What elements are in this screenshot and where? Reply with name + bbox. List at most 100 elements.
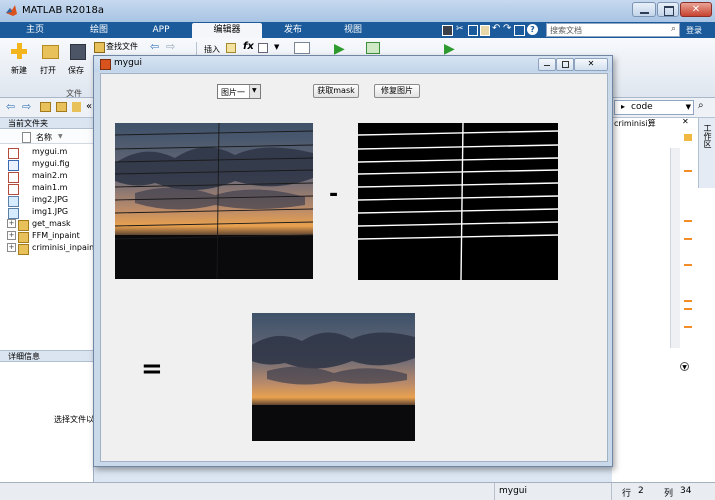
up-folder-icon[interactable] (40, 102, 51, 112)
cut-icon[interactable]: ✂ (456, 24, 464, 34)
back-arrow-icon[interactable]: ⇦ (6, 100, 15, 113)
layout-icon[interactable] (514, 25, 525, 36)
save-label: 保存 (68, 66, 84, 75)
path-overflow[interactable]: « (86, 101, 92, 112)
find-files-icon (94, 42, 105, 53)
insert-icon[interactable] (226, 43, 236, 53)
path-input[interactable]: ▸ code ▼ (614, 100, 694, 115)
expand-icon[interactable]: + (7, 219, 16, 228)
status-bar: mygui 行 2 列 34 (0, 482, 715, 500)
title-bar: MATLAB R2018a ✕ (0, 0, 715, 22)
status-script-field: mygui (494, 483, 612, 500)
save-icon[interactable] (442, 25, 453, 36)
folder-icon (18, 232, 29, 243)
path-separator-icon: ▸ (621, 102, 626, 111)
damaged-image (115, 123, 313, 279)
browse-folder-icon[interactable] (56, 102, 67, 112)
panel-options-icon[interactable]: ▼ (680, 362, 689, 371)
list-item[interactable]: main2.m (8, 171, 67, 183)
image-select-popup[interactable]: 图片一 ▼ (217, 84, 261, 99)
copy-icon[interactable] (468, 25, 478, 36)
minus-operator: - (329, 182, 339, 207)
editor-tab-label[interactable]: criminisi算 (614, 118, 680, 129)
format-icon[interactable] (258, 43, 268, 53)
tab-editor[interactable]: 编辑器 (192, 23, 262, 38)
forward-arrow-icon[interactable]: ⇨ (22, 100, 31, 113)
details-header: 详细信息 (0, 350, 93, 362)
list-item[interactable]: img1.JPG (8, 207, 68, 219)
open-button[interactable]: 打开 (36, 41, 62, 81)
run-section-icon[interactable] (366, 42, 380, 54)
path-search-icon[interactable]: ⌕ (698, 100, 704, 111)
list-item[interactable]: + criminisi_inpaint (7, 243, 97, 255)
list-item[interactable]: + FFM_inpaint (7, 231, 80, 243)
breakpoint-icon[interactable] (294, 42, 310, 54)
list-item[interactable]: mygui.fig (8, 159, 70, 171)
list-item[interactable]: mygui.m (8, 147, 67, 159)
editor-scrollbar[interactable] (670, 148, 680, 348)
list-item[interactable]: img2.JPG (8, 195, 68, 207)
minimize-button[interactable] (632, 2, 656, 17)
folder-icon (18, 244, 29, 255)
folder-icon (18, 220, 29, 231)
current-folder-title: 当前文件夹 (8, 119, 48, 128)
open-label: 打开 (40, 66, 56, 75)
row-label: 行 (622, 489, 632, 499)
tab-view[interactable]: 视图 (324, 23, 382, 38)
app-title: MATLAB R2018a (22, 5, 105, 16)
insert-label[interactable]: 插入 (204, 44, 220, 55)
undo-icon[interactable]: ↶ (492, 23, 500, 34)
paste-icon[interactable] (480, 25, 490, 36)
login-link[interactable]: 登录 (686, 25, 702, 36)
search-placeholder: 搜索文档 (550, 26, 582, 35)
list-item[interactable]: + get_mask (7, 219, 71, 231)
search-input[interactable]: 搜索文档 ⌕ (546, 23, 680, 37)
nav-forward-icon[interactable]: ⇨ (166, 40, 175, 53)
gui-maximize-button[interactable] (556, 58, 574, 71)
fx-button[interactable]: fx (243, 41, 254, 52)
path-dropdown-icon[interactable]: ▼ (686, 103, 691, 111)
maximize-button[interactable] (657, 2, 679, 17)
gui-close-button[interactable]: ✕ (574, 58, 608, 71)
list-item[interactable]: main1.m (8, 183, 67, 195)
help-icon[interactable]: ? (527, 24, 538, 35)
close-tab-icon[interactable]: ✕ (682, 117, 689, 126)
path-code: code (631, 102, 653, 112)
current-folder-panel: 当前文件夹 名称 ▼ mygui.m mygui.fig main2.m mai… (0, 118, 97, 482)
redo-icon[interactable]: ↷ (503, 23, 511, 34)
repair-image-button[interactable]: 修复图片 (374, 84, 420, 98)
row-value: 2 (638, 486, 644, 496)
tab-publish[interactable]: 发布 (264, 23, 322, 38)
workspace-side-tab[interactable]: 工作区 (698, 118, 715, 188)
m-file-icon (8, 172, 19, 183)
col-label: 列 (664, 489, 674, 499)
tab-plots[interactable]: 绘图 (68, 23, 130, 38)
name-column-header[interactable]: 名称 ▼ (0, 130, 93, 144)
gui-minimize-button[interactable] (538, 58, 556, 71)
m-file-icon (8, 184, 19, 195)
image-file-icon (8, 208, 19, 219)
find-files-button[interactable]: 查找文件 (94, 41, 140, 53)
tab-apps[interactable]: APP (132, 23, 190, 38)
mygui-title: mygui (114, 58, 143, 68)
floppy-icon (70, 44, 86, 60)
save-button[interactable]: 保存 (64, 41, 90, 81)
matlab-logo-icon (5, 4, 18, 17)
tab-home[interactable]: 主页 (4, 23, 66, 38)
quick-access-toolbar: ✂ ↶ ↷ ? (392, 23, 540, 36)
mask-image (358, 123, 558, 280)
gui-close-icon: ✕ (587, 59, 595, 68)
expand-icon[interactable]: + (7, 231, 16, 240)
folder-icon (72, 102, 81, 112)
nav-back-icon[interactable]: ⇦ (150, 40, 159, 53)
expand-icon[interactable]: + (7, 243, 16, 252)
close-button[interactable]: ✕ (680, 2, 712, 17)
chevron-down-icon[interactable]: ▼ (274, 43, 279, 51)
get-mask-button[interactable]: 获取mask (313, 84, 359, 98)
new-button[interactable]: 新建 (6, 41, 32, 81)
image-select-value: 图片一 (221, 88, 245, 97)
mygui-title-bar: mygui ✕ (94, 56, 612, 72)
details-title: 详细信息 (8, 352, 40, 361)
search-icon: ⌕ (670, 24, 676, 34)
popup-arrow-button[interactable]: ▼ (249, 85, 260, 98)
